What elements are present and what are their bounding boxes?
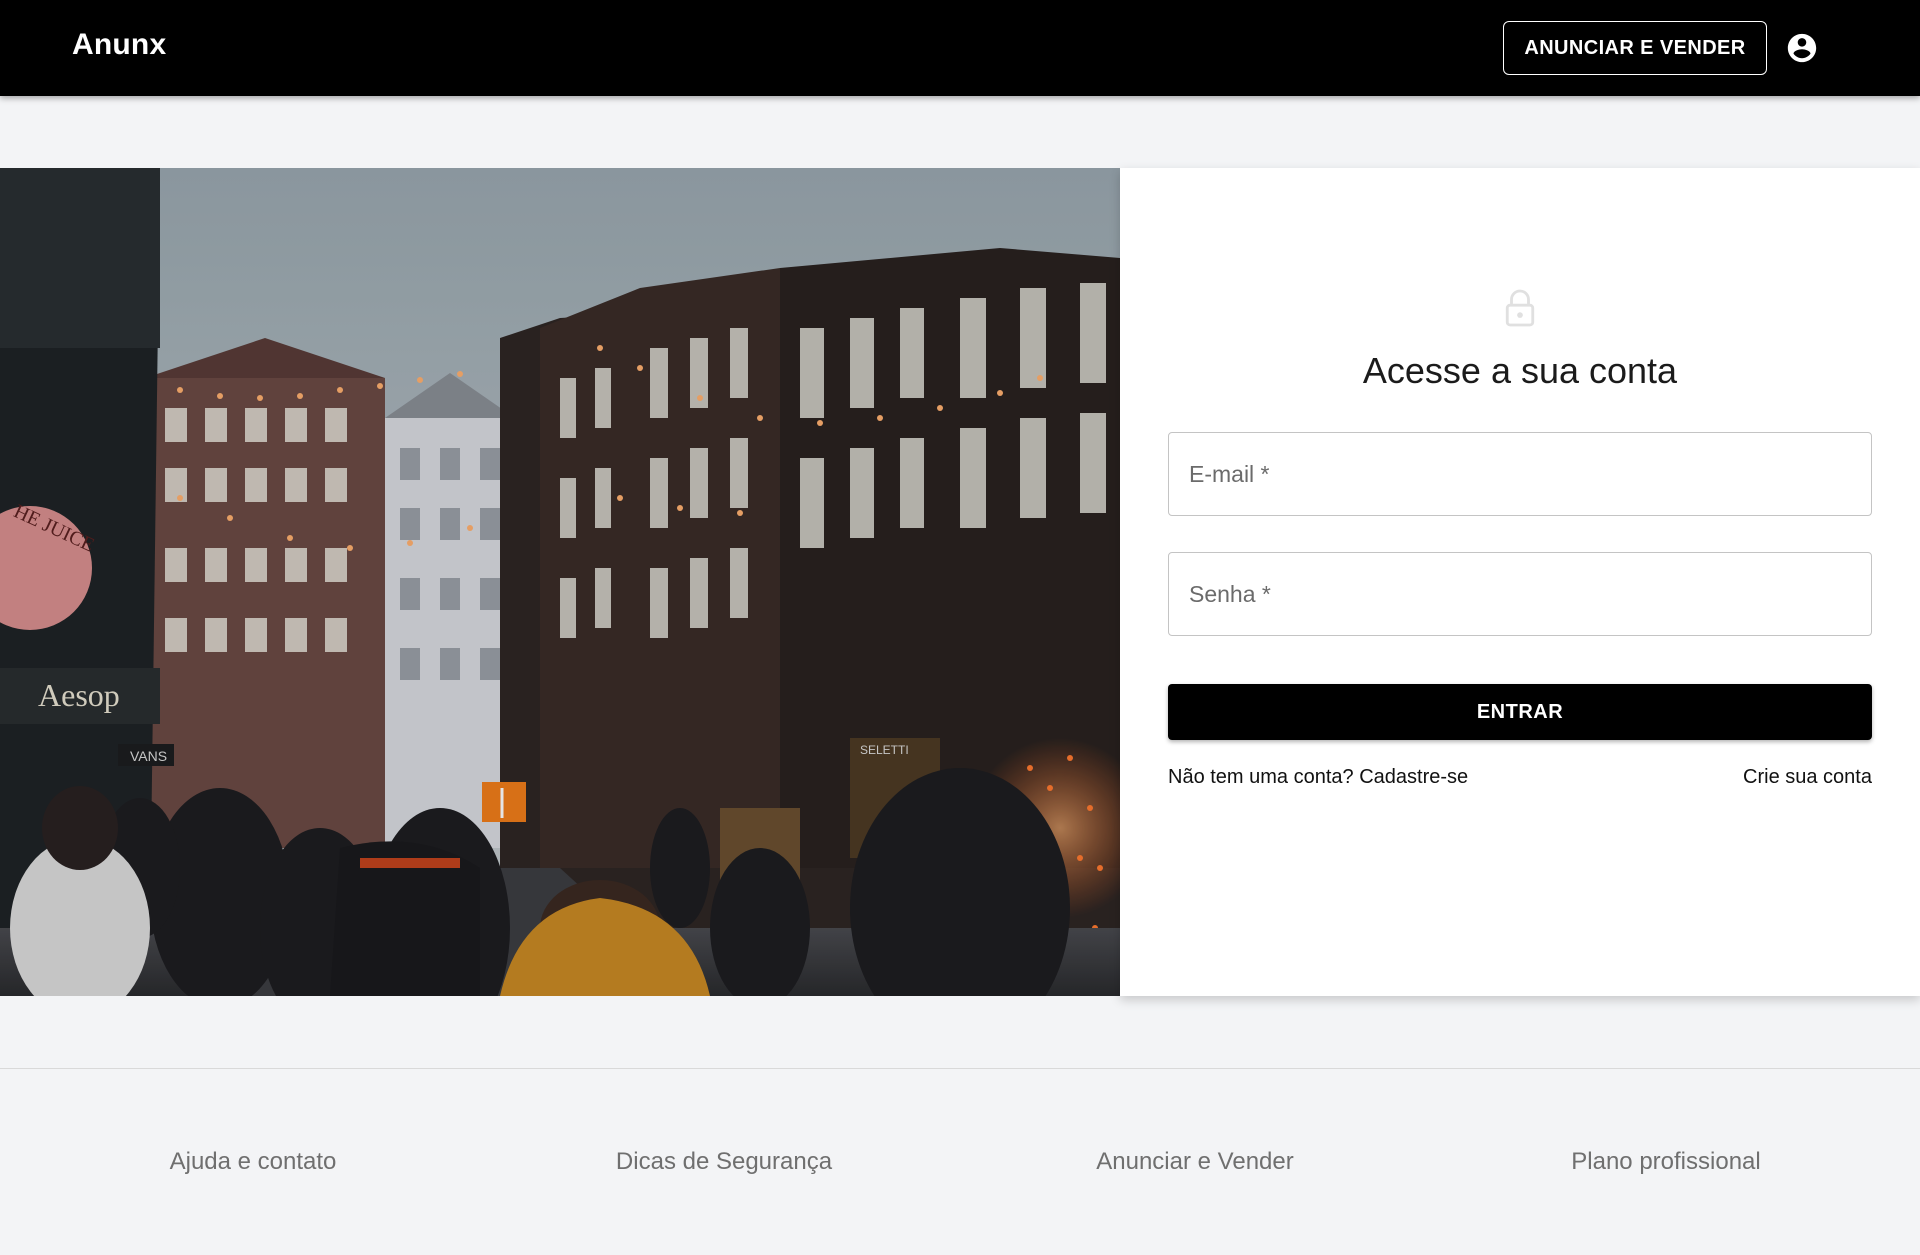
lock-icon — [1503, 288, 1537, 328]
footer-divider — [0, 1068, 1920, 1069]
email-field[interactable]: E-mail * — [1168, 432, 1872, 516]
login-title: Acesse a sua conta — [1362, 350, 1678, 391]
signup-link[interactable]: Crie sua conta — [1743, 766, 1872, 789]
password-field[interactable]: Senha * — [1168, 552, 1872, 636]
account-button[interactable] — [1784, 30, 1820, 66]
password-input[interactable] — [1169, 553, 1871, 635]
footer-link-safety-tips[interactable]: Dicas de Segurança — [616, 1148, 832, 1176]
login-card: Acesse a sua conta E-mail * Senha * ENTR… — [1120, 168, 1920, 996]
hero-image: HE JUICE Aesop VANS SELETTI — [0, 168, 1120, 996]
footer-link-advertise[interactable]: Anunciar e Vender — [1096, 1148, 1293, 1176]
app-header: Anunx ANUNCIAR E VENDER — [0, 0, 1920, 96]
footer-link-pro-plan[interactable]: Plano profissional — [1571, 1148, 1760, 1176]
account-circle-icon — [1787, 33, 1817, 63]
footer-link-help[interactable]: Ajuda e contato — [170, 1148, 337, 1176]
brand-logo[interactable]: Anunx — [72, 28, 166, 62]
login-button[interactable]: ENTRAR — [1168, 684, 1872, 740]
street-scene-photo: HE JUICE Aesop VANS SELETTI — [0, 168, 1120, 996]
sell-button[interactable]: ANUNCIAR E VENDER — [1503, 21, 1767, 75]
email-input[interactable] — [1169, 433, 1871, 515]
signup-prompt: Não tem uma conta? Cadastre-se — [1168, 766, 1469, 788]
